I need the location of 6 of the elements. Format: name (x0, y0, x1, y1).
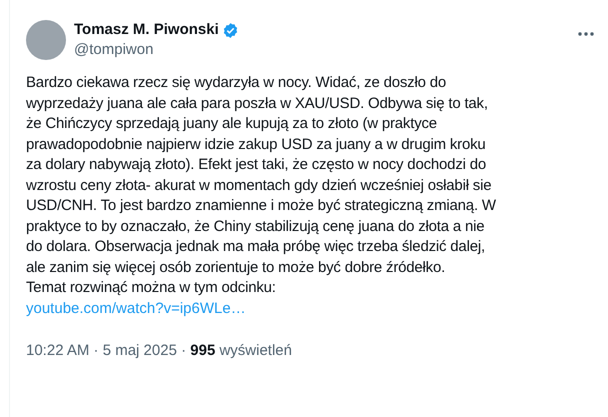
tweet-text: Bardzo ciekawa rzecz się wydarzyła w nocy. Widać, ze doszło do wyprzedaży juana ale cała para poszła w XAU/USD. Odbywa się to tak, że Chińczycy sprzedają juany ale kupują za to złoto (w praktyce prawadopodobnie najpierw idzie zakup USD za juany a w drugim kroku za dolary nabywają złoto). Efekt jest taki, że często w nocy dochodzi do wzrostu ceny złota- akurat w momentach gdy dzień wcześniej osłabił sie USD/CNH. To jest bardzo znamienne i może być strategiczną zmianą. W praktyce to by oznaczało, że Chiny stabilizują cenę juana do złota a nie do dolara. Obserwacja jednak ma mała próbę więc trzeba śledzić dalej, ale zanim się więcej osób zorientuje to może być dobre źródełko. Temat rozwinąć można w tym odcinku: (26, 73, 497, 298)
tweet-meta: 10:22 AM · 5 maj 2025 · 995 wyświetleń (26, 341, 293, 361)
author-name[interactable]: Tomasz M. Piwonski (74, 20, 219, 40)
author-handle[interactable]: @tompiwon (74, 40, 578, 60)
avatar[interactable] (26, 20, 66, 60)
more-options-icon[interactable] (578, 32, 594, 36)
